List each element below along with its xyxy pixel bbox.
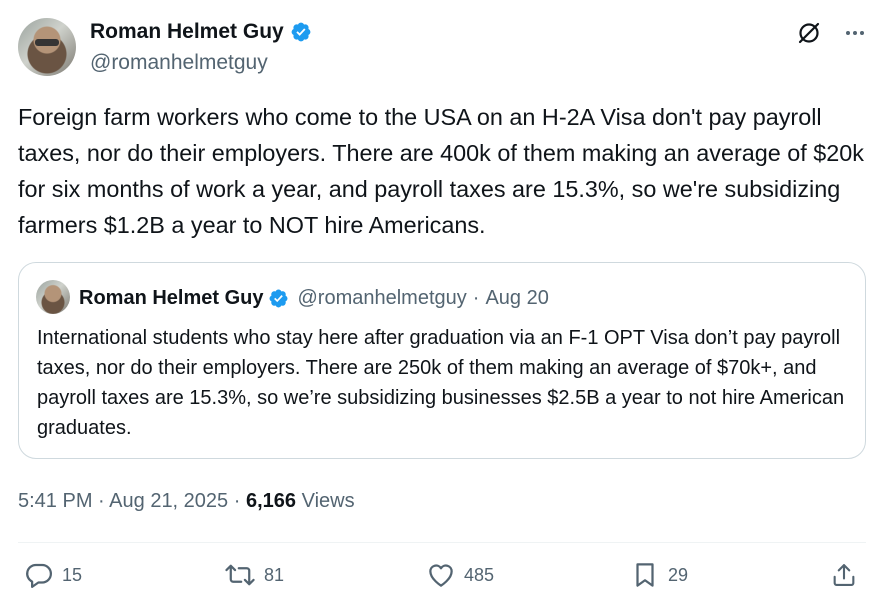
quote-author-handle[interactable]: @romanhelmetguy	[297, 285, 466, 311]
grok-icon[interactable]	[796, 20, 822, 46]
meta-separator: ·	[233, 490, 241, 512]
bookmark-button[interactable]: 29	[630, 560, 688, 590]
meta-separator: ·	[98, 490, 105, 512]
quote-text: International students who stay here aft…	[37, 327, 845, 439]
verified-badge-icon	[290, 21, 312, 43]
author-display-name[interactable]: Roman Helmet Guy	[90, 19, 284, 45]
bookmark-count: 29	[668, 564, 689, 585]
quoted-tweet[interactable]: Roman Helmet Guy @romanhelmetguy · Aug 2…	[18, 262, 866, 459]
quote-separator: ·	[472, 287, 480, 309]
like-button[interactable]: 485	[426, 560, 494, 590]
more-icon[interactable]	[844, 22, 866, 44]
avatar-glasses	[35, 39, 59, 46]
views-label: Views	[301, 490, 355, 512]
heart-icon	[426, 560, 464, 590]
share-button[interactable]	[830, 560, 866, 590]
repost-button[interactable]: 81	[224, 560, 284, 590]
share-icon	[830, 560, 866, 590]
quote-author-name[interactable]: Roman Helmet Guy	[79, 285, 263, 311]
bookmark-icon	[630, 560, 668, 590]
views-count: 6,166	[245, 490, 297, 512]
retweet-icon	[224, 560, 264, 590]
author-name-row: Roman Helmet Guy	[90, 19, 312, 45]
tweet-text: Foreign farm workers who come to the USA…	[18, 104, 865, 238]
avatar[interactable]	[18, 18, 76, 76]
like-count: 485	[464, 564, 495, 585]
top-actions	[796, 20, 866, 46]
tweet-time[interactable]: 5:41 PM	[18, 490, 92, 512]
reply-icon	[24, 560, 62, 590]
reply-count: 15	[62, 564, 83, 585]
action-bar: 15 81 485 29	[18, 560, 864, 596]
quote-header: Roman Helmet Guy @romanhelmetguy · Aug 2…	[79, 285, 549, 311]
divider	[18, 542, 866, 543]
quote-avatar[interactable]	[36, 280, 70, 314]
repost-count: 81	[264, 564, 285, 585]
verified-badge-icon	[268, 288, 289, 309]
quote-date[interactable]: Aug 20	[485, 285, 548, 311]
tweet-meta: 5:41 PM · Aug 21, 2025 · 6,166 Views	[18, 487, 355, 515]
tweet-date[interactable]: Aug 21, 2025	[109, 490, 228, 512]
author-handle[interactable]: @romanhelmetguy	[90, 50, 268, 76]
reply-button[interactable]: 15	[24, 560, 82, 590]
